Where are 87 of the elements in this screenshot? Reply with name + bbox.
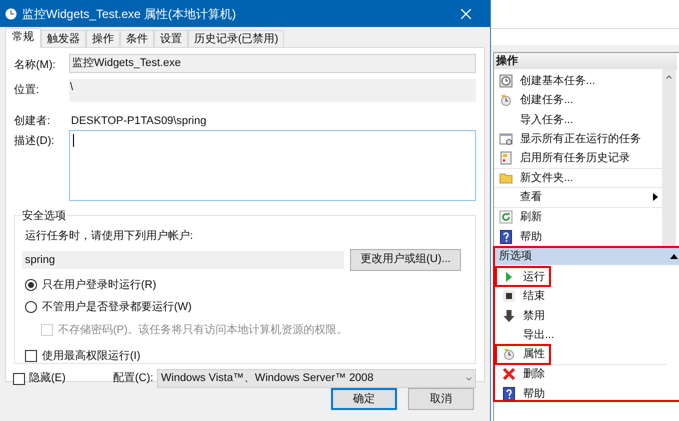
section-header[interactable]: 所选项 bbox=[495, 248, 679, 265]
chevron-down-icon bbox=[466, 376, 472, 380]
action-item[interactable]: 帮助 bbox=[494, 228, 546, 246]
field-label: 创建者: bbox=[14, 114, 52, 128]
action-item[interactable]: 创建基本任务... bbox=[494, 72, 600, 90]
action-label: 运行 bbox=[523, 270, 545, 284]
option-label: 不管用户是否登录都要运行(W) bbox=[42, 300, 192, 315]
folder-icon bbox=[499, 170, 513, 185]
ok-button[interactable]: 确定 bbox=[331, 388, 397, 410]
collapse-icon bbox=[670, 254, 678, 259]
option-label: 不存储密码(P)。该任务将只有访问本地计算机资源的权限。 bbox=[58, 322, 348, 338]
action-label: 刷新 bbox=[520, 210, 542, 225]
action-item[interactable]: 属性 bbox=[497, 346, 549, 363]
action-label: 属性 bbox=[523, 347, 545, 362]
help-icon bbox=[502, 386, 516, 401]
action-label: 导入任务... bbox=[520, 112, 574, 128]
section-title: 所选项 bbox=[499, 249, 532, 264]
action-item[interactable]: 新文件夹... bbox=[494, 169, 578, 186]
change-user-button[interactable]: 更改用户或组(U)... bbox=[350, 248, 461, 270]
clock-icon bbox=[499, 93, 513, 108]
action-item[interactable]: 禁用 bbox=[497, 307, 549, 324]
action-label: 创建任务... bbox=[520, 93, 574, 108]
field-label: 描述(D): bbox=[14, 134, 56, 149]
action-label: 删除 bbox=[523, 367, 545, 382]
name-field[interactable]: 监控Widgets_Test.exe bbox=[69, 54, 476, 73]
delete-icon bbox=[502, 367, 516, 382]
action-item[interactable]: 导出... bbox=[497, 326, 558, 344]
down-arrow-icon bbox=[502, 308, 516, 323]
checkbox[interactable] bbox=[25, 350, 37, 362]
account-field[interactable]: spring bbox=[22, 250, 344, 268]
action-item[interactable]: 查看 bbox=[494, 188, 546, 206]
window-title: 监控Widgets_Test.exe 属性(本地计算机) bbox=[22, 6, 238, 22]
tab[interactable]: 历史记录(已禁用) bbox=[188, 30, 284, 47]
tab[interactable]: 触发器 bbox=[41, 30, 86, 47]
dropdown-value: Windows Vista™、Windows Server™ 2008 bbox=[161, 371, 374, 386]
clock-icon bbox=[499, 74, 513, 88]
configure-dropdown[interactable]: Windows Vista™、Windows Server™ 2008 bbox=[157, 369, 476, 388]
action-label: 导出... bbox=[523, 328, 554, 343]
tab[interactable]: 设置 bbox=[154, 30, 188, 47]
hidden-label: 隐藏(E) bbox=[29, 370, 67, 386]
radio-button[interactable] bbox=[25, 301, 37, 314]
scroll-bar[interactable] bbox=[662, 69, 676, 246]
text-cursor bbox=[73, 134, 74, 147]
action-label: 结束 bbox=[523, 289, 545, 304]
log-icon bbox=[499, 151, 513, 166]
action-item[interactable]: 创建任务... bbox=[494, 92, 578, 109]
stop-icon bbox=[502, 289, 516, 304]
refresh-icon bbox=[499, 210, 513, 224]
field-label: 位置: bbox=[14, 82, 40, 98]
action-label: 显示所有正在运行的任务 bbox=[520, 132, 641, 147]
window-icon bbox=[499, 132, 513, 146]
action-item[interactable]: 启用所有任务历史记录 bbox=[494, 150, 634, 167]
cancel-button[interactable]: 取消 bbox=[408, 388, 474, 410]
option-label: 只在用户登录时运行(R) bbox=[42, 278, 156, 292]
radio-button[interactable] bbox=[25, 278, 37, 291]
chevron-up-icon bbox=[666, 75, 672, 79]
author-value: DESKTOP-P1TAS09\spring bbox=[70, 114, 208, 128]
action-item[interactable]: 刷新 bbox=[494, 208, 546, 226]
action-item[interactable]: 结束 bbox=[497, 288, 549, 305]
clock-icon bbox=[5, 8, 17, 20]
action-label: 禁用 bbox=[523, 308, 545, 324]
action-label: 帮助 bbox=[523, 386, 545, 402]
action-label: 创建基本任务... bbox=[520, 74, 596, 88]
panel-header: 操作 bbox=[494, 53, 677, 69]
action-item[interactable]: 显示所有正在运行的任务 bbox=[494, 130, 645, 148]
action-label: 启用所有任务历史记录 bbox=[520, 150, 630, 166]
action-label: 查看 bbox=[520, 190, 542, 205]
action-label: 帮助 bbox=[520, 230, 542, 244]
action-item[interactable]: 导入任务... bbox=[494, 111, 578, 128]
field-label: 名称(M): bbox=[14, 58, 57, 73]
submenu-arrow-icon bbox=[653, 193, 658, 202]
checkbox[interactable] bbox=[13, 372, 25, 384]
option-label: 使用最高权限运行(I) bbox=[42, 348, 140, 364]
action-item[interactable]: 删除 bbox=[497, 366, 549, 383]
action-item[interactable]: 运行 bbox=[497, 268, 549, 286]
description-field[interactable] bbox=[69, 130, 476, 201]
action-item[interactable]: 帮助 bbox=[497, 385, 549, 402]
clock-icon bbox=[502, 347, 516, 362]
location-field: \ bbox=[69, 78, 476, 102]
tab[interactable]: 条件 bbox=[120, 30, 154, 47]
account-prompt: 运行任务时，请使用下列用户帐户: bbox=[25, 228, 194, 244]
help-icon bbox=[499, 230, 513, 244]
close-icon[interactable] bbox=[461, 8, 471, 18]
configure-label: 配置(C): bbox=[113, 371, 154, 386]
tab[interactable]: 操作 bbox=[86, 30, 120, 47]
tab[interactable]: 常规 bbox=[5, 28, 41, 48]
action-label: 新文件夹... bbox=[520, 170, 574, 186]
